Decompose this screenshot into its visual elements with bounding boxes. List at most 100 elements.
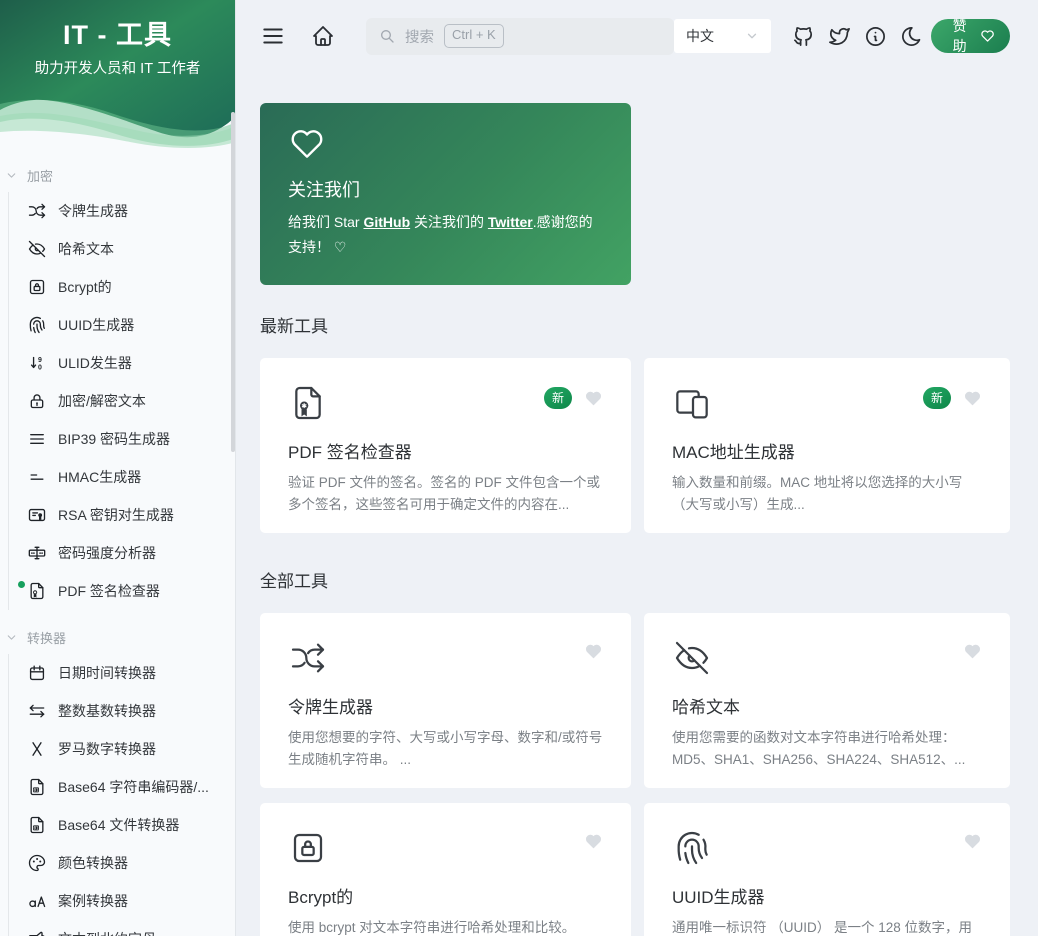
sponsor-label: 赞助	[946, 16, 972, 56]
sidebar-item[interactable]: 文本到北约字母	[9, 920, 235, 936]
sidebar-section-1: 转换器日期时间转换器整数基数转换器罗马数字转换器01Base64 字符串编码器/…	[0, 620, 235, 936]
lines-icon	[27, 429, 47, 449]
sidebar-item[interactable]: 日期时间转换器	[9, 654, 235, 692]
eye-off-icon	[27, 239, 47, 259]
twitter-button[interactable]	[828, 25, 851, 48]
favorite-heart-icon[interactable]	[963, 389, 982, 408]
lock-icon	[27, 391, 47, 411]
favorite-heart-icon[interactable]	[584, 389, 603, 408]
tool-card-description: 通用唯一标识符 （UUID） 是一个 128 位数字，用于识别计算机系统中的信息…	[672, 917, 982, 936]
lock-square-icon	[27, 277, 47, 297]
sidebar-section-toggle[interactable]: 转换器	[0, 620, 235, 654]
sidebar-item[interactable]: 哈希文本	[9, 230, 235, 268]
file-certificate-icon	[288, 383, 328, 423]
github-button[interactable]	[792, 25, 815, 48]
shuffle-icon	[288, 638, 328, 678]
sidebar-nav: 加密令牌生成器哈希文本Bcrypt的UUID生成器90ULID发生器加密/解密文…	[0, 150, 235, 936]
sidebar-item[interactable]: 令牌生成器	[9, 192, 235, 230]
chevron-down-icon	[745, 29, 759, 43]
tool-card[interactable]: 令牌生成器使用您想要的字符、大写或小写字母、数字和/或符号生成随机字符串。 ..…	[260, 613, 631, 788]
tool-card[interactable]: 哈希文本使用您需要的函数对文本字符串进行哈希处理：MD5、SHA1、SHA256…	[644, 613, 1010, 788]
tool-card-title: Bcrypt的	[288, 883, 603, 908]
sidebar-section-label: 加密	[27, 166, 53, 185]
sidebar-item[interactable]: 颜色转换器	[9, 844, 235, 882]
main-area: 搜索 Ctrl + K 中文 赞助 关注我们 给我们 Star GitHub	[236, 0, 1038, 936]
sidebar-item[interactable]: HMAC生成器	[9, 458, 235, 496]
tool-card-title: 令牌生成器	[288, 693, 603, 718]
sidebar-item[interactable]: 罗马数字转换器	[9, 730, 235, 768]
sidebar-item[interactable]: 90ULID发生器	[9, 344, 235, 382]
search-input[interactable]: 搜索 Ctrl + K	[366, 18, 674, 55]
sidebar-section-items: 日期时间转换器整数基数转换器罗马数字转换器01Base64 字符串编码器/...…	[8, 654, 235, 936]
sidebar-item[interactable]: 案例转换器	[9, 882, 235, 920]
new-badge: 新	[544, 387, 572, 409]
github-link[interactable]: GitHub	[363, 214, 410, 230]
svg-text:9: 9	[38, 357, 42, 364]
svg-text:01: 01	[34, 787, 39, 792]
twitter-link[interactable]: Twitter	[488, 214, 533, 230]
sidebar-section-label: 转换器	[27, 628, 66, 647]
tool-card[interactable]: UUID生成器通用唯一标识符 （UUID） 是一个 128 位数字，用于识别计算…	[644, 803, 1010, 936]
fingerprint-icon	[27, 315, 47, 335]
sidebar-item[interactable]: 密码强度分析器	[9, 534, 235, 572]
heart-icon	[288, 125, 326, 163]
new-indicator-dot	[18, 581, 25, 588]
home-button[interactable]	[311, 24, 335, 48]
tool-card-description: 使用您需要的函数对文本字符串进行哈希处理：MD5、SHA1、SHA256、SHA…	[672, 727, 982, 771]
app-title: IT - 工具	[0, 13, 235, 52]
favorite-heart-icon[interactable]	[963, 832, 982, 851]
moon-icon	[900, 25, 923, 48]
favorite-heart-icon[interactable]	[584, 832, 603, 851]
file-digit-icon: 01	[27, 777, 47, 797]
tool-card-title: PDF 签名检查器	[288, 438, 603, 463]
file-digit-icon: 01	[27, 815, 47, 835]
tool-card[interactable]: 新 PDF 签名检查器验证 PDF 文件的签名。签名的 PDF 文件包含一个或多个…	[260, 358, 631, 533]
sidebar-item[interactable]: 01Base64 文件转换器	[9, 806, 235, 844]
topbar: 搜索 Ctrl + K 中文 赞助	[236, 0, 1038, 72]
sidebar-section-toggle[interactable]: 加密	[0, 158, 235, 192]
sidebar: IT - 工具 助力开发人员和 IT 工作者 加密令牌生成器哈希文本Bcrypt…	[0, 0, 236, 936]
svg-text:0: 0	[38, 365, 42, 372]
file-certificate-icon	[27, 581, 47, 601]
sidebar-item[interactable]: RSA 密钥对生成器	[9, 496, 235, 534]
speakerphone-icon	[27, 929, 47, 936]
sidebar-item[interactable]: 加密/解密文本	[9, 382, 235, 420]
sponsor-button[interactable]: 赞助	[931, 19, 1010, 53]
sidebar-section-0: 加密令牌生成器哈希文本Bcrypt的UUID生成器90ULID发生器加密/解密文…	[0, 158, 235, 610]
favorite-heart-icon[interactable]	[963, 642, 982, 661]
dark-mode-toggle[interactable]	[900, 25, 923, 48]
language-value: 中文	[686, 26, 714, 46]
github-icon	[792, 25, 815, 48]
sidebar-item[interactable]: BIP39 密码生成器	[9, 420, 235, 458]
sidebar-scrollbar[interactable]	[231, 112, 235, 452]
sidebar-item[interactable]: Bcrypt的	[9, 268, 235, 306]
sidebar-item[interactable]: PDF 签名检查器	[9, 572, 235, 610]
sidebar-header: IT - 工具 助力开发人员和 IT 工作者	[0, 0, 235, 150]
tool-card-description: 输入数量和前缀。MAC 地址将以您选择的大小写（大写或小写）生成...	[672, 472, 982, 516]
tool-card-title: MAC地址生成器	[672, 438, 982, 463]
fingerprint-icon	[672, 828, 712, 868]
tool-card[interactable]: 新MAC地址生成器输入数量和前缀。MAC 地址将以您选择的大小写（大写或小写）生…	[644, 358, 1010, 533]
follow-us-card[interactable]: 关注我们 给我们 Star GitHub 关注我们的 Twitter.感谢您的支…	[260, 103, 631, 285]
palette-icon	[27, 853, 47, 873]
sidebar-item[interactable]: UUID生成器	[9, 306, 235, 344]
short-equals-icon	[27, 467, 47, 487]
app-subtitle: 助力开发人员和 IT 工作者	[0, 57, 235, 78]
devices-icon	[672, 383, 712, 423]
hamburger-menu-icon	[260, 23, 286, 49]
tool-card-description: 验证 PDF 文件的签名。签名的 PDF 文件包含一个或多个签名，这些签名可用于…	[288, 472, 603, 516]
search-icon	[379, 28, 395, 44]
language-select[interactable]: 中文	[674, 19, 771, 53]
search-placeholder: 搜索	[405, 26, 434, 47]
tool-card[interactable]: Bcrypt的使用 bcrypt 对文本字符串进行哈希处理和比较。Bcrypt …	[260, 803, 631, 936]
newest-tools-grid: 新 PDF 签名检查器验证 PDF 文件的签名。签名的 PDF 文件包含一个或多个…	[260, 358, 1010, 533]
menu-toggle-button[interactable]	[260, 23, 286, 49]
calendar-icon	[27, 663, 47, 683]
about-button[interactable]	[864, 25, 887, 48]
sidebar-item[interactable]: 01Base64 字符串编码器/...	[9, 768, 235, 806]
arrows-transfer-icon	[27, 701, 47, 721]
favorite-heart-icon[interactable]	[584, 642, 603, 661]
tool-card-description: 使用 bcrypt 对文本字符串进行哈希处理和比较。Bcrypt 是基于 Blo…	[288, 917, 603, 936]
sidebar-item[interactable]: 整数基数转换器	[9, 692, 235, 730]
chevron-down-icon	[5, 169, 18, 182]
